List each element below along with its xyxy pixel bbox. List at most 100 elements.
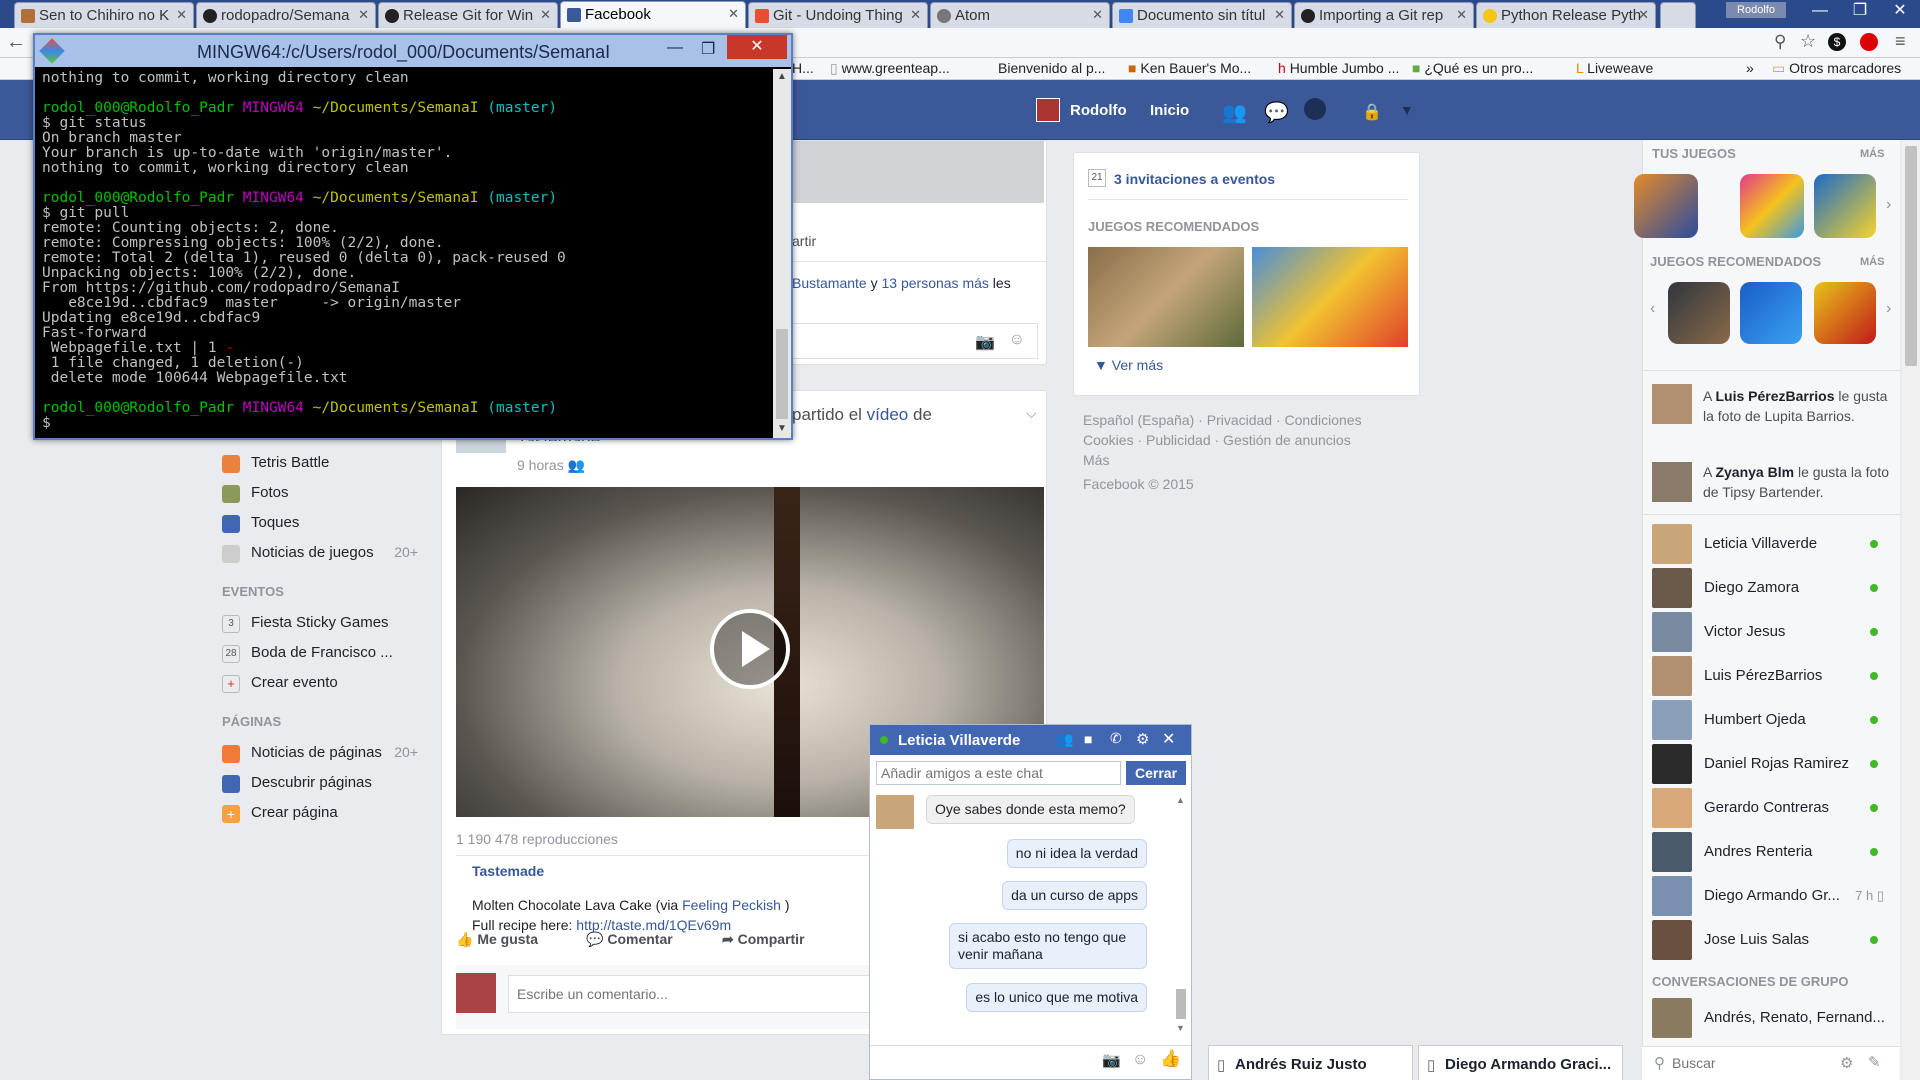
profile-badge[interactable]: Rodolfo: [1726, 2, 1786, 18]
maximize-icon[interactable]: ❐: [701, 39, 715, 59]
browser-tab[interactable]: Sen to Chihiro no K ✕: [14, 2, 194, 28]
bookmark[interactable]: Bienvenido al p...: [998, 60, 1105, 76]
chevron-left-icon[interactable]: ‹: [1650, 300, 1655, 318]
close-icon[interactable]: ✕: [1274, 7, 1285, 23]
home-link[interactable]: Inicio: [1150, 102, 1189, 119]
thumbs-up-icon[interactable]: 👍: [1160, 1049, 1181, 1069]
menu-icon[interactable]: ≡: [1895, 31, 1906, 52]
friend-item[interactable]: Victor Jesus: [1652, 612, 1888, 652]
camera-icon[interactable]: 📷: [1102, 1051, 1121, 1069]
terminal-scrollbar[interactable]: ▲ ▼: [773, 69, 791, 438]
minimize-icon[interactable]: —: [667, 39, 683, 57]
scrollbar-thumb[interactable]: [776, 329, 788, 419]
game-thumbnail-counter-strike[interactable]: [1088, 247, 1244, 347]
share-action-partial[interactable]: artir: [792, 233, 816, 249]
chevron-right-icon[interactable]: ›: [1886, 196, 1891, 214]
gear-icon[interactable]: ⚙: [1136, 730, 1149, 748]
ticker-item[interactable]: A Luis PérezBarrios le gusta la foto de …: [1703, 386, 1893, 426]
emoji-icon[interactable]: ☺: [1009, 331, 1025, 349]
docked-chat[interactable]: ▯ Andrés Ruiz Justo: [1208, 1045, 1413, 1080]
scroll-down-icon[interactable]: ▼: [777, 423, 787, 434]
game-icon[interactable]: [1814, 174, 1876, 238]
browser-tab[interactable]: Git - Undoing Thing ✕: [748, 2, 928, 28]
bookmark[interactable]: h Humble Jumbo ...: [1278, 60, 1399, 76]
game-thumbnail-super-mario-bomber[interactable]: [1252, 247, 1408, 347]
scroll-up-icon[interactable]: ▲: [777, 71, 787, 82]
close-icon[interactable]: ✕: [358, 7, 369, 23]
game-icon-racing[interactable]: [1814, 282, 1876, 344]
scrollbar-thumb[interactable]: [1905, 146, 1917, 366]
play-button[interactable]: [710, 609, 790, 689]
bookmark[interactable]: ■ Ken Bauer's Mo...: [1128, 60, 1251, 76]
minimize-icon[interactable]: —: [1800, 0, 1840, 22]
friend-item[interactable]: Daniel Rojas Ramirez: [1652, 744, 1888, 784]
messages-icon[interactable]: 💬: [1264, 100, 1289, 125]
browser-tab[interactable]: Atom ✕: [930, 2, 1110, 28]
share-button[interactable]: ➦ Compartir: [722, 931, 805, 948]
close-icon[interactable]: ✕: [1092, 7, 1103, 23]
close-window-icon[interactable]: ✕: [1880, 0, 1920, 22]
scrollbar-thumb[interactable]: [1176, 989, 1186, 1019]
close-icon[interactable]: ✕: [176, 7, 187, 23]
friend-requests-icon[interactable]: 👥: [1222, 100, 1247, 125]
game-icon[interactable]: [1668, 282, 1730, 344]
chat-scrollbar[interactable]: ▲ ▼: [1174, 795, 1188, 1035]
liker-link[interactable]: Bustamante: [792, 275, 867, 291]
close-icon[interactable]: ✕: [1638, 7, 1649, 23]
game-icon-sonic[interactable]: [1740, 282, 1802, 344]
timestamp[interactable]: 9 horas 👥: [517, 457, 585, 474]
browser-tab[interactable]: Importing a Git rep ✕: [1294, 2, 1474, 28]
star-icon[interactable]: ☆: [1800, 31, 1816, 52]
bookmark-folder[interactable]: ▭ Otros marcadores: [1772, 60, 1901, 77]
page-scrollbar[interactable]: [1902, 140, 1920, 1080]
video-link[interactable]: vídeo: [867, 405, 909, 424]
terminal-output[interactable]: nothing to commit, working directory cle…: [42, 71, 767, 437]
avatar[interactable]: [1652, 384, 1692, 424]
account-menu-chevron-icon[interactable]: ▼: [1400, 102, 1414, 118]
footer-line[interactable]: Español (España) · Privacidad · Condicio…: [1083, 410, 1362, 430]
friend-item[interactable]: Gerardo Contreras: [1652, 788, 1888, 828]
maximize-icon[interactable]: ❐: [1840, 0, 1880, 22]
opera-extension-icon[interactable]: [1860, 33, 1878, 51]
sidebar-search-input[interactable]: [1672, 1052, 1822, 1074]
friend-item[interactable]: Diego Zamora: [1652, 568, 1888, 608]
close-add-button[interactable]: Cerrar: [1126, 761, 1186, 785]
notifications-globe-icon[interactable]: [1304, 98, 1326, 120]
compose-icon[interactable]: ✎: [1868, 1053, 1881, 1071]
bookmark[interactable]: L Liveweave: [1576, 60, 1653, 76]
bookmark[interactable]: H...: [792, 60, 814, 76]
friend-item[interactable]: Humbert Ojeda: [1652, 700, 1888, 740]
chevron-right-icon[interactable]: ›: [1886, 300, 1891, 318]
phone-icon[interactable]: ✆: [1110, 730, 1122, 747]
bookmarks-overflow[interactable]: »: [1746, 60, 1754, 76]
close-window-button[interactable]: ✕: [727, 35, 787, 59]
more-link[interactable]: MÁS: [1860, 148, 1884, 160]
back-arrow-icon[interactable]: ←: [6, 31, 26, 54]
browser-tab-facebook[interactable]: Facebook ✕: [560, 1, 746, 28]
story-options-chevron-icon[interactable]: ⌵: [1026, 405, 1037, 422]
avatar[interactable]: [1036, 98, 1060, 122]
ticker-item[interactable]: A Zyanya Blm le gusta la foto de Tipsy B…: [1703, 462, 1893, 502]
docked-chat[interactable]: ▯ Diego Armando Graci...: [1418, 1045, 1623, 1080]
via-link[interactable]: Feeling Peckish: [682, 897, 781, 913]
game-icon-dungeon-rampage[interactable]: [1634, 174, 1698, 238]
bookmark[interactable]: ■ ¿Qué es un pro...: [1412, 60, 1533, 76]
browser-tab[interactable]: Documento sin títul ✕: [1112, 2, 1292, 28]
friend-item[interactable]: Leticia Villaverde: [1652, 524, 1888, 564]
terminal-title-bar[interactable]: MINGW64:/c/Users/rodol_000/Documents/Sem…: [35, 35, 791, 67]
scroll-up-icon[interactable]: ▲: [1176, 795, 1185, 805]
video-call-icon[interactable]: ■: [1084, 731, 1092, 747]
emoji-icon[interactable]: ☺: [1132, 1051, 1148, 1069]
friend-item[interactable]: Luis PérezBarrios: [1652, 656, 1888, 696]
camera-icon[interactable]: 📷: [975, 332, 995, 352]
avatar[interactable]: [1652, 462, 1692, 502]
add-friends-input[interactable]: [876, 761, 1121, 785]
friend-item[interactable]: Diego Armando Gr... 7 h ▯: [1652, 876, 1888, 916]
game-icon-tetris-battle[interactable]: [1740, 174, 1804, 238]
add-friends-icon[interactable]: 👥: [1056, 731, 1073, 748]
profile-link[interactable]: Rodolfo: [1070, 102, 1127, 119]
browser-tab[interactable]: Release Git for Win ✕: [378, 2, 558, 28]
page-name-link[interactable]: Tastemade: [472, 863, 544, 879]
footer-line[interactable]: Cookies · Publicidad · Gestión de anunci…: [1083, 430, 1362, 450]
chat-title[interactable]: Leticia Villaverde: [898, 732, 1020, 749]
